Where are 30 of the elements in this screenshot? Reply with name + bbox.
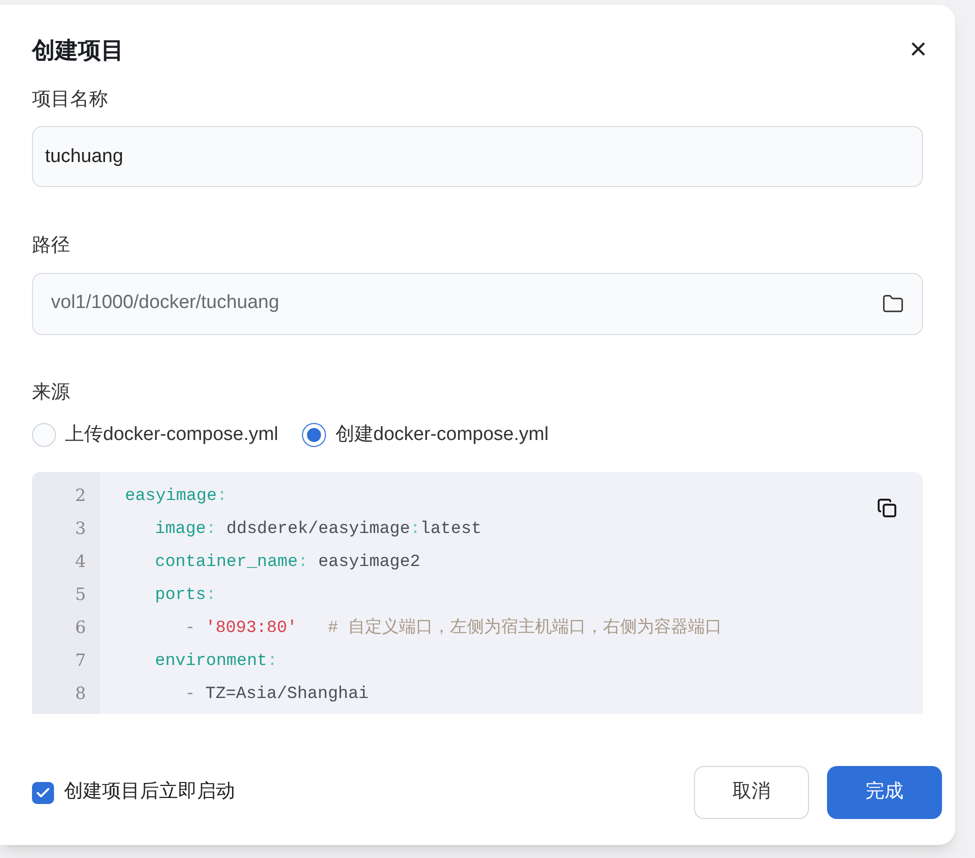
field-label: 来源 <box>32 380 71 404</box>
path-value: vol1/1000/docker/tuchuang <box>51 291 280 316</box>
field-label: 项目名称 <box>32 88 109 112</box>
code-line: environment: <box>154 650 278 672</box>
line-number: 3 <box>74 518 87 540</box>
code-line: - '8093:80' # 自定义端口，左侧为宿主机端口，右侧为容器端口 <box>184 616 722 640</box>
dialog-title: 创建项目 <box>32 36 124 65</box>
line-number: 6 <box>74 616 87 640</box>
line-number: 8 <box>74 682 87 706</box>
code-line: ports: <box>154 584 218 606</box>
copy-icon[interactable] <box>877 498 897 518</box>
code-line: image: ddsderek/easyimage:latest <box>154 518 482 540</box>
folder-icon[interactable] <box>882 292 904 314</box>
line-number: 4 <box>74 550 87 574</box>
confirm-button[interactable]: 完成 <box>827 766 942 819</box>
path-input[interactable]: vol1/1000/docker/tuchuang <box>32 272 923 334</box>
line-number: 2 <box>74 484 87 508</box>
line-number: 7 <box>74 650 87 672</box>
cancel-button[interactable]: 取消 <box>694 766 809 819</box>
autostart-checkbox[interactable]: 创建项目后立即启动 <box>32 778 235 807</box>
code-line: - TZ=Asia/Shanghai <box>184 684 370 706</box>
name-input[interactable]: tuchuang <box>32 126 923 187</box>
line-number: 5 <box>74 584 87 606</box>
radio-option[interactable]: 上传docker-compose.yml <box>32 421 278 450</box>
close-button[interactable]: × <box>901 35 935 66</box>
code-editor[interactable]: 2 3 4 5 6 7 8 easyimage: image: ddsderek/easyimage:latest container_name: easyimage2 ports: - '8093:80' # 自定义端口，左侧为宿主机端口，右侧为容器端口 environment: - TZ=Asia/Shanghai <box>32 472 923 714</box>
radio-option[interactable]: 创建docker-compose.yml <box>302 421 549 450</box>
code-line: container_name: easyimage2 <box>154 552 422 574</box>
code-line: easyimage: <box>125 486 228 508</box>
field-label: 路径 <box>32 234 71 258</box>
